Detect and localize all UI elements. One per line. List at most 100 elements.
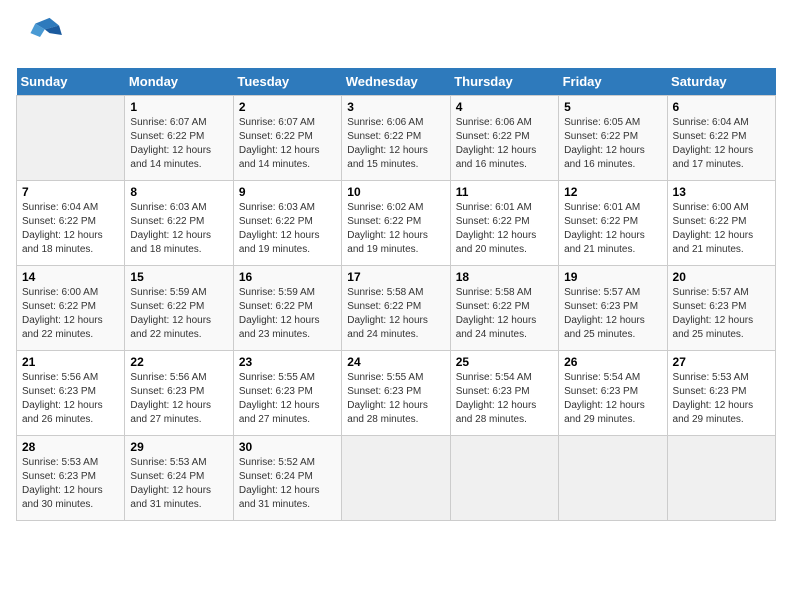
day-info: Sunrise: 6:01 AMSunset: 6:22 PMDaylight:… [564,201,661,257]
day-info: Sunrise: 5:54 AMSunset: 6:23 PMDaylight:… [456,371,553,427]
calendar-cell: 30 Sunrise: 5:52 AMSunset: 6:24 PMDayligh… [233,436,341,521]
logo [16,16,68,56]
header-cell-tuesday: Tuesday [233,68,341,96]
calendar-cell: 10 Sunrise: 6:02 AMSunset: 6:22 PMDayligh… [342,181,450,266]
calendar-cell: 26 Sunrise: 5:54 AMSunset: 6:23 PMDayligh… [559,351,667,436]
calendar-cell [559,436,667,521]
day-number: 10 [347,185,444,199]
day-number: 19 [564,270,661,284]
calendar-cell: 4Sunrise: 6:06 AMSunset: 6:22 PMDaylight… [450,96,558,181]
day-info: Sunrise: 6:03 AMSunset: 6:22 PMDaylight:… [130,201,227,257]
day-number: 6 [673,100,770,114]
calendar-cell: 5Sunrise: 6:05 AMSunset: 6:22 PMDaylight… [559,96,667,181]
day-info: Sunrise: 5:59 AMSunset: 6:22 PMDaylight:… [130,286,227,342]
day-number: 26 [564,355,661,369]
calendar-cell: 15 Sunrise: 5:59 AMSunset: 6:22 PMDayligh… [125,266,233,351]
calendar-cell: 24Sunrise: 5:55 AMSunset: 6:23 PMDayligh… [342,351,450,436]
calendar-cell: 9Sunrise: 6:03 AMSunset: 6:22 PMDaylight… [233,181,341,266]
day-info: Sunrise: 6:07 AMSunset: 6:22 PMDaylight:… [239,116,336,172]
day-number: 7 [22,185,119,199]
calendar-cell: 13 Sunrise: 6:00 AMSunset: 6:22 PMDayligh… [667,181,775,266]
day-number: 17 [347,270,444,284]
day-number: 2 [239,100,336,114]
day-number: 11 [456,185,553,199]
calendar-cell: 20 Sunrise: 5:57 AMSunset: 6:23 PMDayligh… [667,266,775,351]
calendar-cell: 7 Sunrise: 6:04 AMSunset: 6:22 PMDaylight… [17,181,125,266]
day-info: Sunrise: 5:57 AMSunset: 6:23 PMDaylight:… [564,286,661,342]
calendar-week-4: 21 Sunrise: 5:56 AMSunset: 6:23 PMDayligh… [17,351,776,436]
day-info: Sunrise: 5:55 AMSunset: 6:23 PMDaylight:… [347,371,444,427]
day-info: Sunrise: 5:53 AMSunset: 6:23 PMDaylight:… [22,456,119,512]
calendar-cell: 1 Sunrise: 6:07 AMSunset: 6:22 PMDaylight… [125,96,233,181]
day-number: 30 [239,440,336,454]
calendar-cell [17,96,125,181]
day-number: 4 [456,100,553,114]
day-info: Sunrise: 6:03 AMSunset: 6:22 PMDaylight:… [239,201,336,257]
day-number: 15 [130,270,227,284]
day-info: Sunrise: 6:06 AMSunset: 6:22 PMDaylight:… [347,116,444,172]
header-cell-saturday: Saturday [667,68,775,96]
calendar-cell: 3Sunrise: 6:06 AMSunset: 6:22 PMDaylight… [342,96,450,181]
header-row: SundayMondayTuesdayWednesdayThursdayFrid… [17,68,776,96]
day-info: Sunrise: 5:58 AMSunset: 6:22 PMDaylight:… [456,286,553,342]
calendar-week-2: 7 Sunrise: 6:04 AMSunset: 6:22 PMDaylight… [17,181,776,266]
calendar-cell: 29 Sunrise: 5:53 AMSunset: 6:24 PMDayligh… [125,436,233,521]
calendar-week-3: 14Sunrise: 6:00 AMSunset: 6:22 PMDayligh… [17,266,776,351]
day-info: Sunrise: 6:04 AMSunset: 6:22 PMDaylight:… [673,116,770,172]
calendar-week-1: 1 Sunrise: 6:07 AMSunset: 6:22 PMDaylight… [17,96,776,181]
day-number: 22 [130,355,227,369]
day-info: Sunrise: 5:57 AMSunset: 6:23 PMDaylight:… [673,286,770,342]
day-number: 21 [22,355,119,369]
calendar-cell: 14Sunrise: 6:00 AMSunset: 6:22 PMDayligh… [17,266,125,351]
header-cell-sunday: Sunday [17,68,125,96]
day-number: 5 [564,100,661,114]
calendar-week-5: 28 Sunrise: 5:53 AMSunset: 6:23 PMDayligh… [17,436,776,521]
calendar-cell: 17 Sunrise: 5:58 AMSunset: 6:22 PMDayligh… [342,266,450,351]
calendar-cell: 16 Sunrise: 5:59 AMSunset: 6:22 PMDayligh… [233,266,341,351]
header-cell-thursday: Thursday [450,68,558,96]
day-number: 16 [239,270,336,284]
day-info: Sunrise: 6:02 AMSunset: 6:22 PMDaylight:… [347,201,444,257]
day-info: Sunrise: 5:53 AMSunset: 6:23 PMDaylight:… [673,371,770,427]
day-number: 23 [239,355,336,369]
calendar-cell: 28 Sunrise: 5:53 AMSunset: 6:23 PMDayligh… [17,436,125,521]
header-cell-friday: Friday [559,68,667,96]
calendar-cell: 12Sunrise: 6:01 AMSunset: 6:22 PMDayligh… [559,181,667,266]
logo-icon [16,16,64,56]
day-info: Sunrise: 5:58 AMSunset: 6:22 PMDaylight:… [347,286,444,342]
day-info: Sunrise: 6:00 AMSunset: 6:22 PMDaylight:… [673,201,770,257]
calendar-cell: 27 Sunrise: 5:53 AMSunset: 6:23 PMDayligh… [667,351,775,436]
day-info: Sunrise: 5:56 AMSunset: 6:23 PMDaylight:… [130,371,227,427]
calendar-cell: 2 Sunrise: 6:07 AMSunset: 6:22 PMDaylight… [233,96,341,181]
day-info: Sunrise: 5:55 AMSunset: 6:23 PMDaylight:… [239,371,336,427]
day-info: Sunrise: 5:59 AMSunset: 6:22 PMDaylight:… [239,286,336,342]
day-number: 18 [456,270,553,284]
calendar-cell [450,436,558,521]
day-info: Sunrise: 5:53 AMSunset: 6:24 PMDaylight:… [130,456,227,512]
page-header [16,16,776,56]
day-info: Sunrise: 6:04 AMSunset: 6:22 PMDaylight:… [22,201,119,257]
day-number: 8 [130,185,227,199]
calendar-cell: 19 Sunrise: 5:57 AMSunset: 6:23 PMDayligh… [559,266,667,351]
day-number: 27 [673,355,770,369]
day-number: 28 [22,440,119,454]
day-info: Sunrise: 6:01 AMSunset: 6:22 PMDaylight:… [456,201,553,257]
calendar-cell: 18 Sunrise: 5:58 AMSunset: 6:22 PMDayligh… [450,266,558,351]
calendar-cell: 25 Sunrise: 5:54 AMSunset: 6:23 PMDayligh… [450,351,558,436]
day-number: 29 [130,440,227,454]
calendar-cell: 21 Sunrise: 5:56 AMSunset: 6:23 PMDayligh… [17,351,125,436]
calendar-cell: 23 Sunrise: 5:55 AMSunset: 6:23 PMDayligh… [233,351,341,436]
day-info: Sunrise: 5:52 AMSunset: 6:24 PMDaylight:… [239,456,336,512]
calendar-cell: 8 Sunrise: 6:03 AMSunset: 6:22 PMDaylight… [125,181,233,266]
day-number: 25 [456,355,553,369]
day-info: Sunrise: 6:07 AMSunset: 6:22 PMDaylight:… [130,116,227,172]
day-number: 20 [673,270,770,284]
calendar-table: SundayMondayTuesdayWednesdayThursdayFrid… [16,68,776,521]
day-info: Sunrise: 5:56 AMSunset: 6:23 PMDaylight:… [22,371,119,427]
day-number: 13 [673,185,770,199]
calendar-cell [342,436,450,521]
day-number: 1 [130,100,227,114]
day-info: Sunrise: 5:54 AMSunset: 6:23 PMDaylight:… [564,371,661,427]
calendar-body: 1 Sunrise: 6:07 AMSunset: 6:22 PMDaylight… [17,96,776,521]
day-info: Sunrise: 6:00 AMSunset: 6:22 PMDaylight:… [22,286,119,342]
